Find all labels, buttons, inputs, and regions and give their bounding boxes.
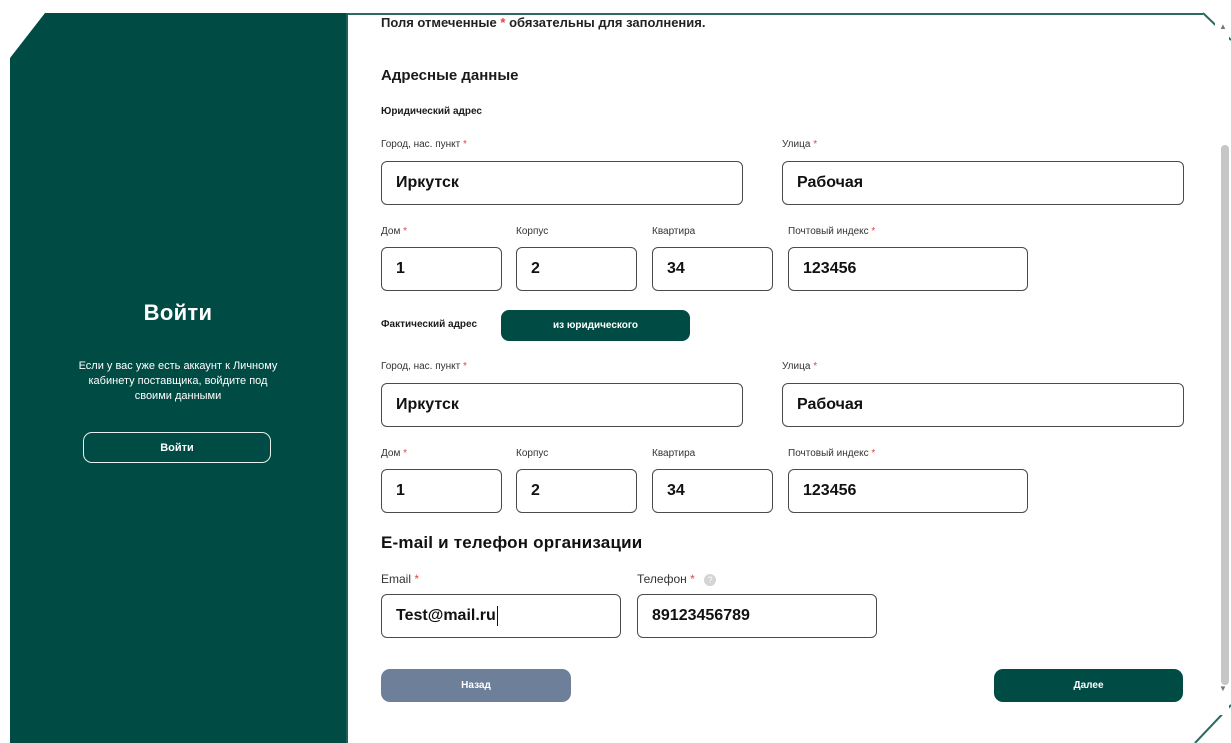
actual-city-label: Город, нас. пункт *: [381, 361, 467, 372]
legal-postal-input[interactable]: 123456: [788, 247, 1028, 291]
next-button[interactable]: Далее: [994, 669, 1183, 702]
actual-building-input[interactable]: 2: [516, 469, 637, 513]
legal-city-label: Город, нас. пункт *: [381, 139, 467, 150]
address-section-title: Адресные данные: [381, 67, 519, 84]
legal-postal-label: Почтовый индекс *: [788, 226, 876, 237]
text-cursor: [496, 606, 498, 626]
legal-building-input[interactable]: 2: [516, 247, 637, 291]
contacts-title: E-mail и телефон организации: [381, 533, 643, 552]
legal-house-label: Дом *: [381, 226, 408, 237]
required-note-prefix: Поля отмеченные: [381, 15, 497, 30]
legal-building-label: Корпус: [516, 226, 549, 237]
legal-city-input[interactable]: Иркутск: [381, 161, 743, 205]
phone-input[interactable]: 89123456789: [637, 594, 877, 638]
required-note: Поля отмеченные * обязательны для заполн…: [381, 15, 705, 30]
actual-building-label: Корпус: [516, 448, 549, 459]
login-button[interactable]: Войти: [83, 432, 271, 463]
legal-apartment-label: Квартира: [652, 226, 696, 237]
registration-form: Поля отмеченные * обязательны для заполн…: [348, 15, 1213, 743]
actual-apartment-label: Квартира: [652, 448, 696, 459]
scroll-up-arrow-icon[interactable]: ▲: [1219, 22, 1227, 31]
actual-street-input[interactable]: Рабочая: [782, 383, 1184, 427]
back-button[interactable]: Назад: [381, 669, 571, 702]
email-input[interactable]: Test@mail.ru: [381, 594, 621, 638]
actual-postal-input[interactable]: 123456: [788, 469, 1028, 513]
email-label: Email *: [381, 572, 420, 586]
copy-from-legal-button[interactable]: из юридического: [501, 310, 690, 341]
actual-postal-label: Почтовый индекс *: [788, 448, 876, 459]
actual-city-input[interactable]: Иркутск: [381, 383, 743, 427]
actual-street-label: Улица *: [782, 361, 818, 372]
legal-street-input[interactable]: Рабочая: [782, 161, 1184, 205]
legal-street-label: Улица *: [782, 139, 818, 150]
login-title: Войти: [143, 300, 213, 325]
legal-address-title: Юридический адрес: [381, 106, 482, 117]
scrollbar-thumb[interactable]: [1221, 145, 1229, 685]
login-description: Если у вас уже есть аккаунт к Личному ка…: [78, 360, 278, 402]
required-star: *: [500, 15, 506, 30]
actual-apartment-input[interactable]: 34: [652, 469, 773, 513]
legal-apartment-input[interactable]: 34: [652, 247, 773, 291]
help-icon[interactable]: ?: [704, 573, 717, 586]
actual-house-input[interactable]: 1: [381, 469, 502, 513]
actual-address-title: Фактический адрес: [381, 319, 478, 330]
phone-label: Телефон * ?: [637, 572, 717, 586]
scroll-down-arrow-icon[interactable]: ▼: [1219, 684, 1227, 693]
legal-house-input[interactable]: 1: [381, 247, 502, 291]
login-panel: Войти Если у вас уже есть аккаунт к Личн…: [10, 13, 346, 743]
actual-house-label: Дом *: [381, 448, 408, 459]
email-value: Test@mail.ru: [396, 607, 496, 624]
required-note-suffix: обязательны для заполнения.: [509, 15, 706, 30]
